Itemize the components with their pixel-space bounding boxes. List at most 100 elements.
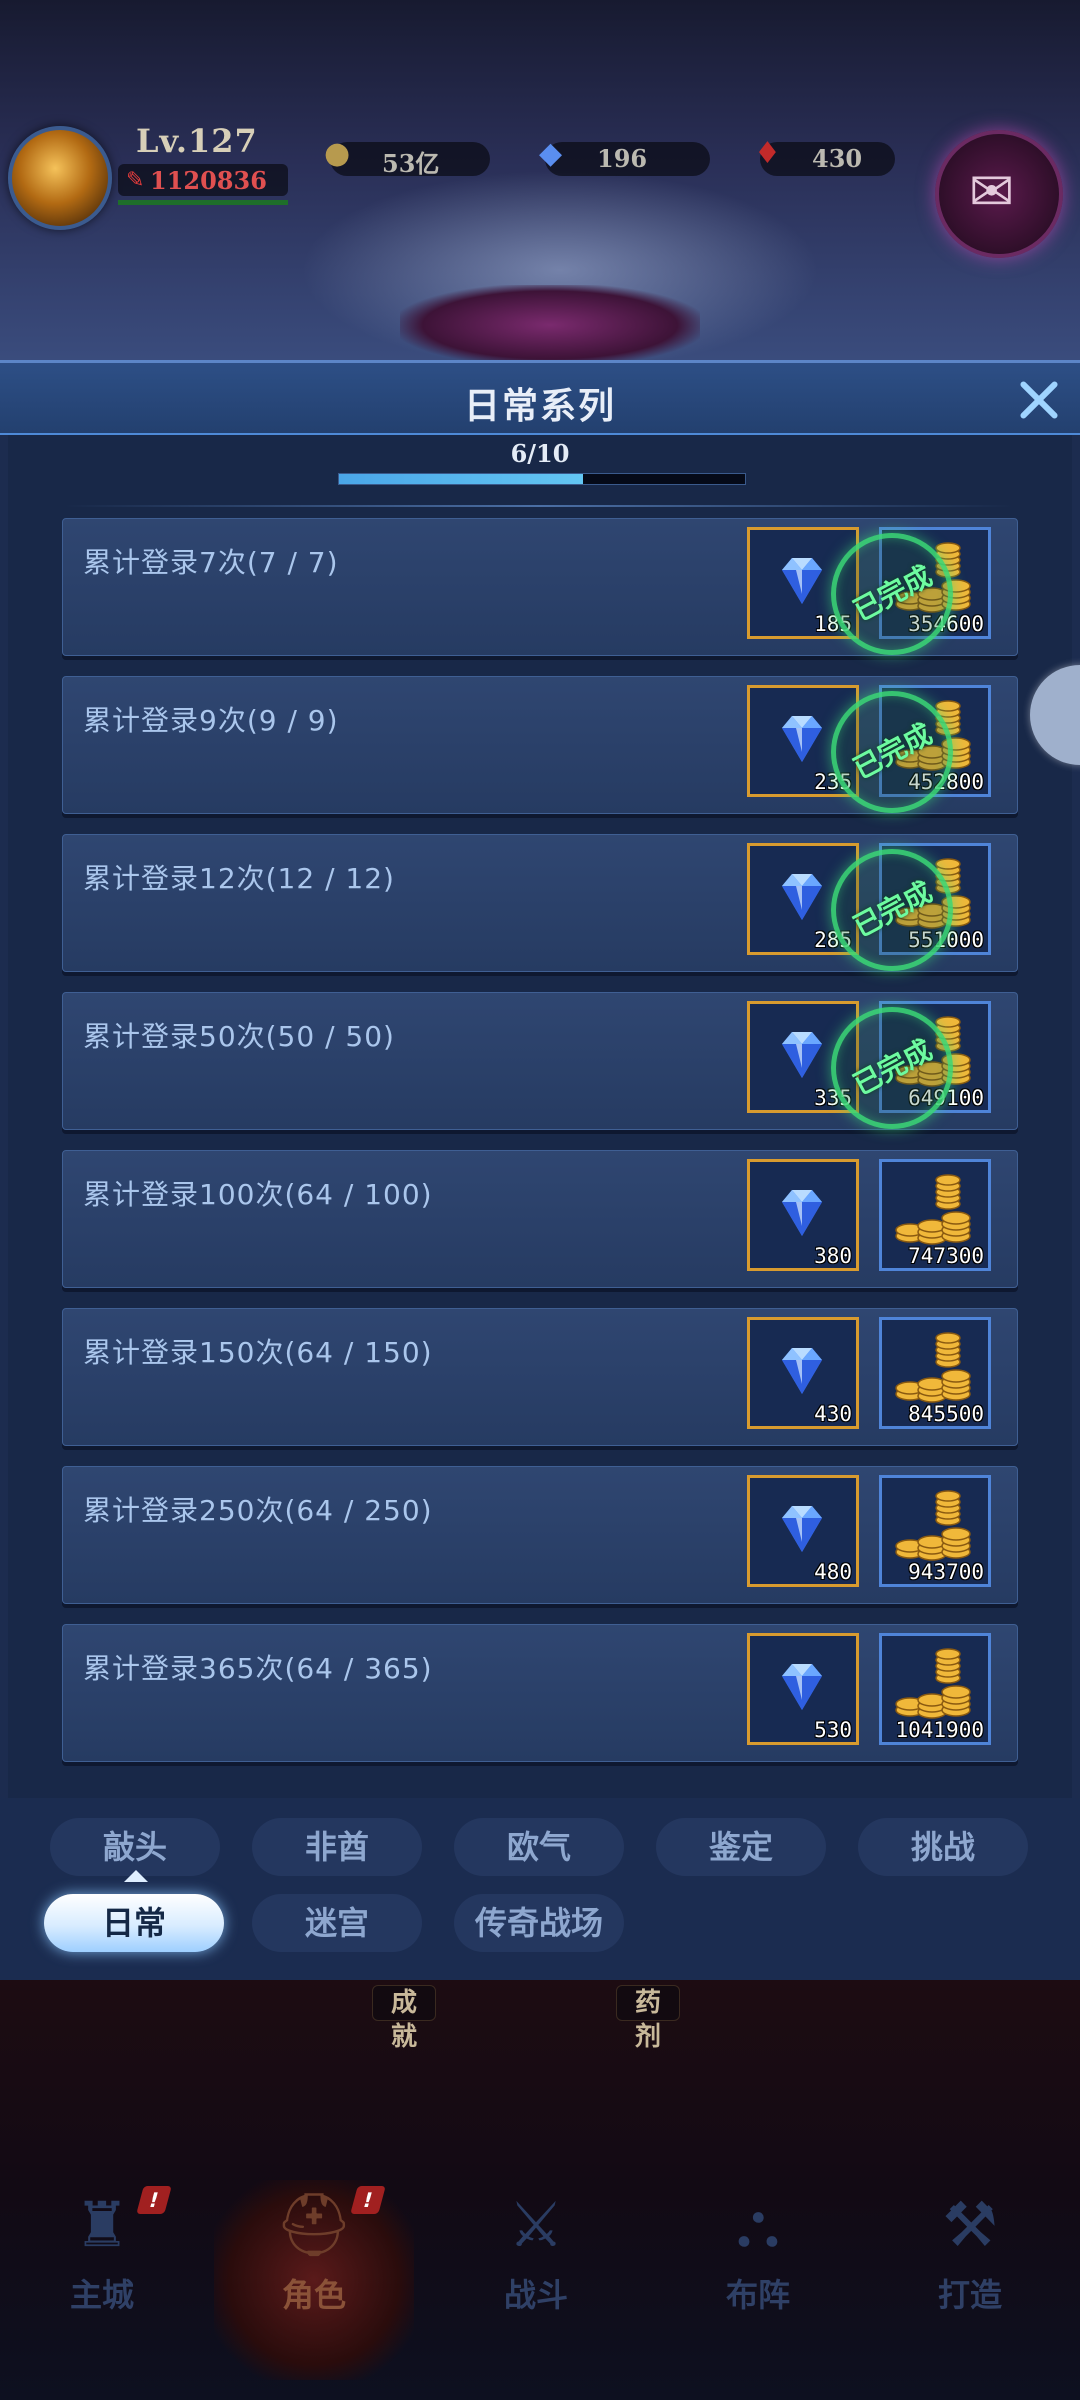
- completed-stamp: 已完成: [831, 533, 953, 655]
- divider: [64, 505, 1014, 507]
- progress-bar: [338, 473, 746, 485]
- gold-coins-icon: [892, 1332, 982, 1410]
- event-banner-decoration: [400, 285, 700, 365]
- crossed-swords-icon: ⚔: [508, 2188, 564, 2261]
- tab-tiaozhan[interactable]: 挑战: [858, 1818, 1028, 1876]
- nav-formation[interactable]: ⛬ 布阵: [658, 2180, 858, 2380]
- panel-title: 日常系列: [463, 386, 616, 427]
- tab-jianding[interactable]: 鉴定: [656, 1818, 826, 1876]
- diamond-icon: [770, 864, 834, 928]
- completed-stamp-text: 已完成: [847, 559, 938, 628]
- nav-battle-label: 战斗: [503, 2276, 568, 2314]
- gold-coins-icon: [892, 1490, 982, 1568]
- diamond-icon: [770, 1022, 834, 1086]
- task-row[interactable]: 累计登录50次(50 / 50) 335 649100 已完成: [62, 992, 1018, 1130]
- red-gem-resource[interactable]: ♦ 430: [754, 136, 895, 176]
- nav-character[interactable]: ⛑ 角色 !: [214, 2180, 414, 2380]
- task-row[interactable]: 累计登录7次(7 / 7) 185 354600 已完成: [62, 518, 1018, 656]
- player-avatar[interactable]: [8, 126, 112, 230]
- gold-reward[interactable]: 943700: [879, 1475, 991, 1587]
- active-tab-pointer: [124, 1870, 148, 1882]
- completed-stamp: 已完成: [831, 849, 953, 971]
- red-gem-icon: ♦: [754, 136, 781, 171]
- task-row[interactable]: 累计登录365次(64 / 365) 530 1041900: [62, 1624, 1018, 1762]
- task-label: 累计登录250次(64 / 250): [83, 1494, 433, 1527]
- task-row[interactable]: 累计登录12次(12 / 12) 285 551000 已完成: [62, 834, 1018, 972]
- task-label: 累计登录150次(64 / 150): [83, 1336, 433, 1369]
- progress-text: 6/10: [510, 439, 570, 468]
- formation-icon: ⛬: [736, 2188, 780, 2261]
- castle-icon: ♜: [74, 2188, 130, 2261]
- diamond-icon: [770, 548, 834, 612]
- diamond-resource[interactable]: ◆ 196: [539, 136, 710, 176]
- nav-main-city-label: 主城: [69, 2276, 134, 2314]
- diamond-icon: [770, 1496, 834, 1560]
- red-gem-value: 430: [812, 144, 863, 173]
- combat-power-value: 1120836: [150, 166, 267, 195]
- player-level: Lv.127: [136, 122, 258, 160]
- diamond-icon: [770, 1338, 834, 1402]
- diamond-reward[interactable]: 430: [747, 1317, 859, 1429]
- nav-forge-label: 打造: [937, 2276, 1002, 2314]
- gold-reward[interactable]: 1041900: [879, 1633, 991, 1745]
- diamond-icon: [770, 1180, 834, 1244]
- nav-character-label: 角色: [281, 2276, 346, 2314]
- task-row[interactable]: 累计登录250次(64 / 250) 480 943700: [62, 1466, 1018, 1604]
- task-row[interactable]: 累计登录9次(9 / 9) 235 452800 已完成: [62, 676, 1018, 814]
- bottom-nav: ♜ 主城 ! ⛑ 角色 ! ⚔ 战斗 ⛬ 布阵 ⚒ 打造: [0, 2160, 1080, 2400]
- completed-stamp-text: 已完成: [847, 717, 938, 786]
- task-label: 累计登录7次(7 / 7): [83, 546, 339, 579]
- diamond-icon: [770, 706, 834, 770]
- nav-formation-label: 布阵: [725, 2276, 790, 2314]
- tab-qiaotou[interactable]: 敲头: [50, 1818, 220, 1876]
- gold-reward-amount: 943700: [908, 1560, 984, 1584]
- sword-icon: ✎: [126, 168, 145, 193]
- gold-value: 53亿: [382, 149, 440, 178]
- tab-ouqi[interactable]: 欧气: [454, 1818, 624, 1876]
- close-button[interactable]: [1012, 373, 1066, 427]
- task-label: 累计登录9次(9 / 9): [83, 704, 339, 737]
- task-row[interactable]: 累计登录150次(64 / 150) 430 845500: [62, 1308, 1018, 1446]
- progress-fill: [339, 474, 583, 484]
- gold-reward-amount: 747300: [908, 1244, 984, 1268]
- exp-bar: [118, 200, 288, 205]
- gold-coins-icon: [892, 1174, 982, 1252]
- tab-chuanqi-zhanchang[interactable]: 传奇战场: [454, 1894, 624, 1952]
- gold-reward[interactable]: 845500: [879, 1317, 991, 1429]
- combat-power: ✎ 1120836: [118, 164, 288, 196]
- diamond-reward-amount: 530: [814, 1718, 852, 1742]
- diamond-icon: ◆: [539, 136, 563, 171]
- panel-header: 日常系列: [0, 363, 1080, 435]
- diamond-value: 196: [597, 144, 648, 173]
- diamond-reward[interactable]: 480: [747, 1475, 859, 1587]
- task-row[interactable]: 累计登录100次(64 / 100) 380 747300: [62, 1150, 1018, 1288]
- diamond-icon: [770, 1654, 834, 1718]
- diamond-reward-amount: 380: [814, 1244, 852, 1268]
- diamond-reward-amount: 480: [814, 1560, 852, 1584]
- completed-stamp-text: 已完成: [847, 875, 938, 944]
- diamond-reward[interactable]: 530: [747, 1633, 859, 1745]
- nav-main-city[interactable]: ♜ 主城 !: [2, 2180, 202, 2380]
- helmet-icon: ⛑: [274, 2188, 354, 2261]
- task-label: 累计登录100次(64 / 100): [83, 1178, 433, 1211]
- task-label: 累计登录365次(64 / 365): [83, 1652, 433, 1685]
- achievement-label: 成就: [372, 1985, 437, 2052]
- completed-stamp: 已完成: [831, 691, 953, 813]
- potion-label: 药剂: [616, 1985, 681, 2052]
- gold-reward[interactable]: 747300: [879, 1159, 991, 1271]
- nav-battle[interactable]: ⚔ 战斗: [436, 2180, 636, 2380]
- diamond-reward-amount: 430: [814, 1402, 852, 1426]
- gold-coin-icon: ●: [324, 136, 351, 171]
- tab-feiqiu[interactable]: 非酋: [252, 1818, 422, 1876]
- gold-reward-amount: 845500: [908, 1402, 984, 1426]
- nav-forge[interactable]: ⚒ 打造: [870, 2180, 1070, 2380]
- top-hud: Lv.127 ✎ 1120836 ● 53亿 ◆ 196 ♦ 430 ✉: [0, 110, 1080, 258]
- gold-coins-icon: [892, 1648, 982, 1726]
- category-tabs: 敲头 非酋 欧气 鉴定 挑战 日常 迷宫 传奇战场: [0, 1798, 1080, 1980]
- tab-richang[interactable]: 日常: [44, 1894, 224, 1952]
- diamond-reward[interactable]: 380: [747, 1159, 859, 1271]
- tab-migong[interactable]: 迷宫: [252, 1894, 422, 1952]
- scroll-icon: ✉: [969, 160, 1015, 223]
- scroll-quest-button[interactable]: ✉: [935, 130, 1063, 258]
- gold-resource[interactable]: ● 53亿: [324, 136, 490, 178]
